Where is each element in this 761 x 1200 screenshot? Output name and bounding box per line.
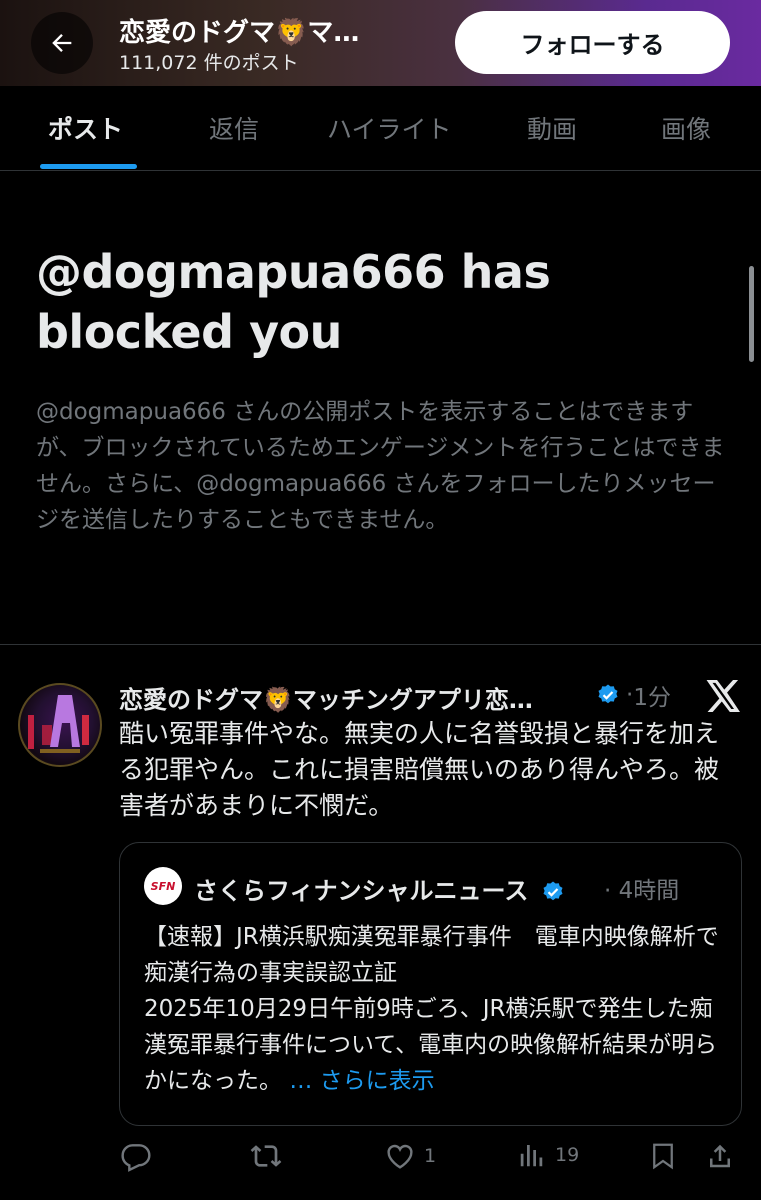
- active-tab-indicator: [40, 164, 137, 169]
- arrow-left-icon: [52, 34, 72, 52]
- follow-button[interactable]: フォローする: [455, 11, 730, 74]
- share-button[interactable]: [705, 1140, 735, 1172]
- bookmark-icon: [653, 1143, 673, 1170]
- profile-name: 恋愛のドグマ🦁マ…: [119, 18, 360, 48]
- separator-dot: ·: [604, 878, 612, 904]
- x-logo-icon: [706, 680, 740, 712]
- tab-posts[interactable]: ポスト: [48, 86, 123, 170]
- post-meta: · 1分: [596, 678, 671, 712]
- views-button[interactable]: 19: [517, 1140, 579, 1170]
- tab-videos[interactable]: 動画: [527, 86, 577, 170]
- blocked-description: @dogmapua666 さんの公開ポストを表示することはできますが、ブロックさ…: [36, 399, 725, 533]
- blocked-title: @dogmapua666 has blocked you: [36, 245, 551, 359]
- quoted-text: 【速報】JR横浜駅痴漢冤罪暴行事件 電車内映像解析で痴漢行為の事実誤認立証 202…: [144, 919, 724, 1099]
- back-button[interactable]: [31, 12, 93, 74]
- post-count: 111,072 件のポスト: [119, 52, 299, 74]
- views-chart-icon: [520, 1145, 543, 1167]
- reply-icon: [121, 1144, 151, 1172]
- tab-images[interactable]: 画像: [661, 86, 711, 170]
- post-time[interactable]: 1分: [633, 678, 671, 712]
- quoted-time: 4時間: [618, 878, 680, 904]
- post-author-name[interactable]: 恋愛のドグマ🦁マッチングアプリ恋…: [119, 680, 599, 715]
- view-count: 19: [555, 1144, 580, 1166]
- avatar-image: [28, 695, 89, 753]
- post-actions: 1 19: [0, 1140, 761, 1180]
- heart-icon: [387, 1144, 413, 1169]
- profile-header: 恋愛のドグマ🦁マ… 111,072 件のポスト フォローする: [0, 0, 761, 86]
- quoted-post[interactable]: SFN さくらフィナンシャルニュース · 4時間 【速報】JR横浜駅痴漢冤罪暴行…: [119, 842, 742, 1126]
- verified-badge-icon: [598, 684, 618, 704]
- like-button[interactable]: 1: [384, 1140, 436, 1172]
- bookmark-button[interactable]: [648, 1140, 678, 1172]
- tab-highlights[interactable]: ハイライト: [327, 86, 452, 170]
- show-more-link[interactable]: … さらに表示: [289, 1068, 434, 1094]
- post-text: 酷い冤罪事件やな。無実の人に名誉毀損と暴行を加える犯罪やん。これに損害賠償無いの…: [119, 719, 720, 820]
- reply-button[interactable]: [120, 1140, 152, 1172]
- share-icon: [710, 1144, 730, 1168]
- scrollbar[interactable]: [749, 266, 754, 362]
- tab-replies[interactable]: 返信: [209, 86, 259, 170]
- quoted-avatar[interactable]: SFN: [144, 867, 182, 905]
- separator-dot: ·: [626, 682, 634, 708]
- avatar[interactable]: [18, 683, 102, 767]
- repost-icon: [250, 1145, 282, 1167]
- like-count: 1: [424, 1145, 437, 1167]
- repost-button[interactable]: [249, 1140, 283, 1172]
- quoted-meta: · 4時間: [604, 871, 679, 905]
- divider: [0, 644, 761, 645]
- quoted-author-label: さくらフィナンシャルニュース: [194, 877, 529, 905]
- verified-badge-icon: [543, 881, 563, 901]
- profile-tabs: ポスト 返信 ハイライト 動画 画像: [0, 86, 761, 171]
- quoted-author-name: さくらフィナンシャルニュース: [194, 871, 565, 906]
